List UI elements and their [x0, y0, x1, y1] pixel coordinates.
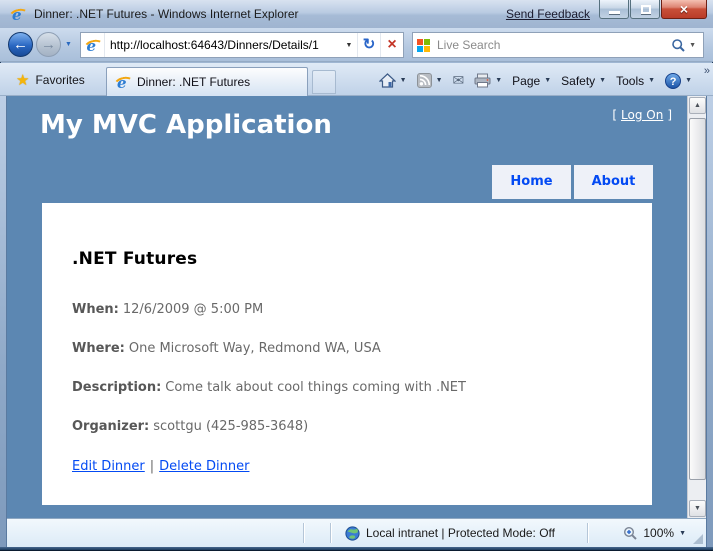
detail-organizer: Organizer: scottgu (425-985-3648) [72, 419, 309, 434]
menu-item-home[interactable]: Home [492, 165, 571, 199]
favorites-label: Favorites [35, 72, 85, 87]
home-icon [378, 73, 396, 88]
help-menu[interactable]: ? ▼ [660, 68, 697, 93]
window-controls: × [598, 0, 707, 19]
navigation-bar: ← → ▼ e http://localhost:64643/Dinners/D… [0, 28, 713, 62]
address-dropdown-icon[interactable]: ▼ [341, 42, 357, 49]
page-menu[interactable]: Page ▼ [507, 68, 556, 93]
scroll-down-button[interactable]: ▼ [689, 500, 706, 517]
rss-icon [416, 73, 432, 88]
dinner-title: .NET Futures [72, 249, 198, 269]
live-search-icon [417, 38, 430, 52]
action-links: Edit Dinner | Delete Dinner [72, 459, 250, 474]
minimize-icon [609, 11, 620, 14]
page-icon[interactable]: e [81, 33, 105, 57]
safety-menu[interactable]: Safety ▼ [556, 68, 611, 93]
refresh-button[interactable]: ↻ [357, 33, 380, 57]
tab-favicon: e [115, 74, 131, 92]
browser-window: e Dinner: .NET Futures - Windows Interne… [0, 0, 713, 551]
close-button[interactable]: × [661, 0, 707, 19]
zoom-magnifier-icon [624, 526, 638, 540]
scroll-up-button[interactable]: ▲ [689, 97, 706, 114]
window-frame-left [0, 96, 7, 547]
favorites-star-icon: ★ [16, 71, 30, 89]
forward-arrow-icon: → [41, 36, 56, 53]
delete-dinner-link[interactable]: Delete Dinner [159, 459, 249, 474]
maximize-icon [641, 5, 651, 14]
window-frame-right [706, 96, 713, 547]
print-button[interactable]: ▼ [469, 68, 507, 93]
logon-display: [Log On] [612, 108, 672, 122]
favorites-button[interactable]: ★ Favorites [10, 67, 102, 92]
history-dropdown[interactable]: ▼ [65, 41, 72, 48]
window-frame-bottom [0, 547, 713, 551]
site-menu: Home About [492, 165, 653, 199]
minimize-button[interactable] [599, 0, 629, 19]
vertical-scrollbar[interactable]: ▲ ▼ [687, 96, 706, 518]
edit-dinner-link[interactable]: Edit Dinner [72, 459, 145, 474]
menu-item-about[interactable]: About [574, 165, 653, 199]
zone-text: Local intranet | Protected Mode: Off [366, 526, 555, 540]
forward-button[interactable]: → [36, 32, 61, 57]
detail-where: Where: One Microsoft Way, Redmond WA, USA [72, 341, 381, 356]
search-dropdown-icon[interactable]: ▼ [686, 42, 699, 49]
read-mail-button[interactable]: ✉ [448, 68, 470, 93]
back-button[interactable]: ← [8, 32, 33, 57]
search-input[interactable]: Live Search [430, 38, 671, 52]
site-title: My MVC Application [40, 110, 332, 140]
status-bar: Local intranet | Protected Mode: Off 100… [7, 518, 706, 547]
browser-tab[interactable]: e Dinner: .NET Futures [106, 67, 308, 96]
home-button[interactable]: ▼ [374, 68, 412, 93]
send-feedback-link[interactable]: Send Feedback [506, 7, 590, 21]
new-tab-button[interactable] [312, 70, 336, 94]
maximize-button[interactable] [630, 0, 660, 19]
intranet-globe-icon [345, 525, 360, 541]
title-bar: e Dinner: .NET Futures - Windows Interne… [0, 0, 713, 28]
ie-logo-icon: e [10, 6, 26, 24]
zoom-level: 100% [643, 526, 675, 540]
logon-link[interactable]: Log On [621, 108, 663, 122]
detail-description: Description: Come talk about cool things … [72, 380, 466, 395]
tools-menu[interactable]: Tools ▼ [611, 68, 660, 93]
scrollbar-thumb[interactable] [689, 118, 706, 480]
tab-title: Dinner: .NET Futures [137, 75, 251, 89]
printer-icon [474, 73, 491, 88]
command-bar: ▼ ▼ ✉ ▼ Page ▼ Safety ▼ Tools ▼ ? ▼ [374, 67, 697, 94]
toolbar-overflow-chevron[interactable]: » [704, 65, 710, 77]
zoom-control[interactable]: 100% ▼ [623, 519, 686, 547]
zoom-dropdown-icon[interactable]: ▼ [679, 530, 686, 537]
detail-when: When: 12/6/2009 @ 5:00 PM [72, 302, 264, 317]
mail-icon: ✉ [452, 72, 465, 88]
close-icon: × [679, 1, 689, 17]
security-zone: Local intranet | Protected Mode: Off [345, 519, 555, 547]
address-bar[interactable]: e http://localhost:64643/Dinners/Details… [80, 32, 404, 58]
back-arrow-icon: ← [13, 36, 28, 53]
feeds-button[interactable]: ▼ [412, 68, 448, 93]
search-box[interactable]: Live Search ▼ [412, 32, 704, 58]
help-icon: ? [665, 72, 682, 89]
resize-grip[interactable] [693, 534, 703, 544]
url-text[interactable]: http://localhost:64643/Dinners/Details/1 [105, 38, 341, 52]
window-title: Dinner: .NET Futures - Windows Internet … [34, 7, 299, 21]
content-panel: .NET Futures When: 12/6/2009 @ 5:00 PM Wh… [42, 203, 652, 505]
page-viewport: My MVC Application [Log On] Home About .… [7, 96, 706, 518]
stop-button[interactable]: × [380, 33, 403, 57]
search-magnifier-icon[interactable] [671, 38, 686, 53]
tab-command-bar: ★ Favorites e Dinner: .NET Futures ▼ ▼ ✉… [0, 63, 713, 96]
